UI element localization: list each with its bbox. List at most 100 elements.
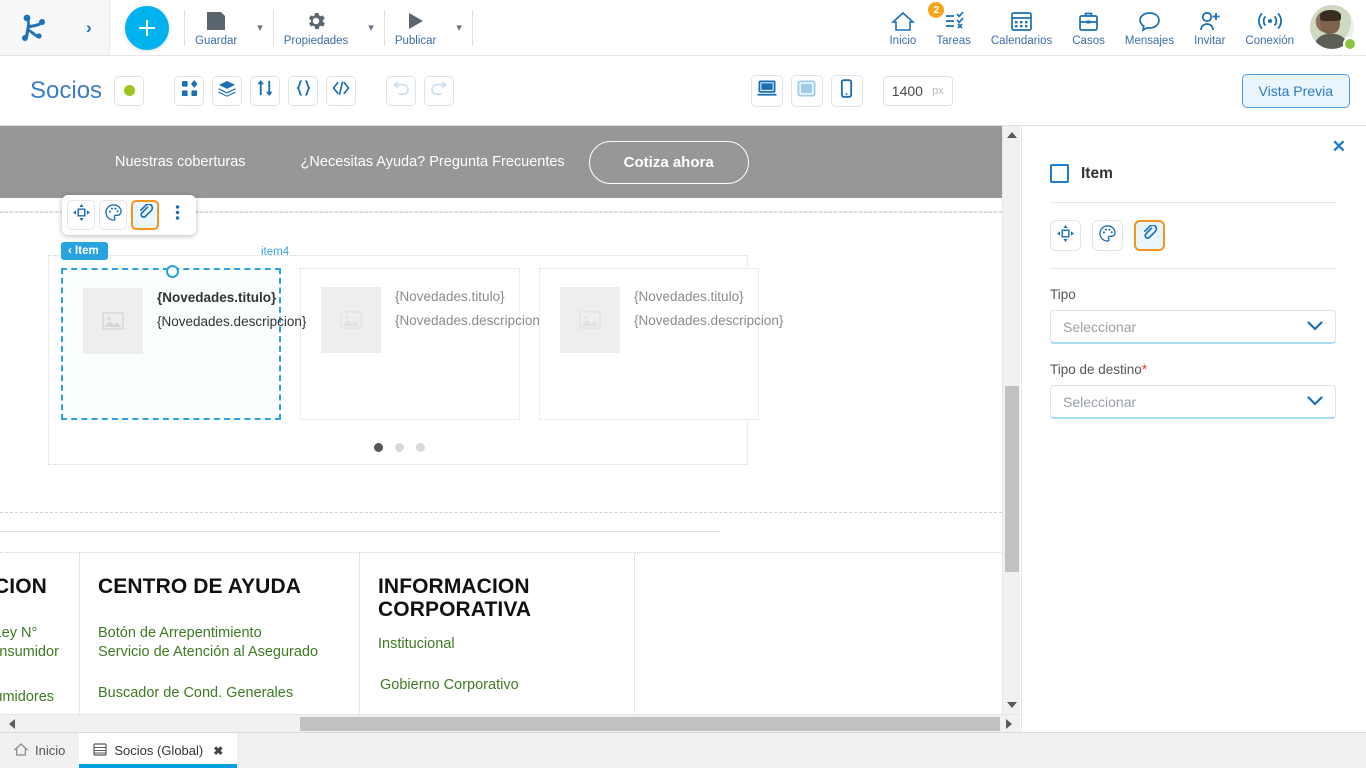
add-button[interactable] xyxy=(125,5,169,50)
tab-socios-global[interactable]: Socios (Global) ✖ xyxy=(79,733,238,768)
tipo-select[interactable]: Seleccionar xyxy=(1050,310,1336,344)
panel-tool-tabs xyxy=(1050,203,1336,268)
footer-link[interactable]: Institucional xyxy=(378,635,616,654)
tab-inicio[interactable]: Inicio xyxy=(0,733,79,768)
nav-inicio[interactable]: Inicio xyxy=(879,0,926,55)
move-button[interactable] xyxy=(67,200,95,230)
tasks-icon xyxy=(941,8,967,34)
carousel-card-1[interactable]: {Novedades.titulo} {Novedades.descripcio… xyxy=(61,265,306,420)
card-description: {Novedades.descripcion} xyxy=(634,313,784,328)
carousel-dot-1[interactable] xyxy=(373,443,383,452)
carousel-container[interactable]: ‹ Item item4 {Novedades.titulo} {Novedad… xyxy=(48,242,783,465)
site-nav-link-coberturas[interactable]: Nuestras coberturas xyxy=(115,154,246,170)
carousel-card-3[interactable]: {Novedades.titulo} {Novedades.descripcio… xyxy=(539,268,784,420)
palette-icon xyxy=(1099,224,1116,247)
nav-calendarios[interactable]: Calendarios xyxy=(981,0,1062,55)
close-icon[interactable]: ✖ xyxy=(213,744,223,758)
braces-button[interactable] xyxy=(288,75,319,106)
chevron-down-icon xyxy=(1307,393,1323,411)
nav-mensajes[interactable]: Mensajes xyxy=(1115,0,1184,55)
page-icon xyxy=(93,742,107,759)
footer-column-atencion: ATENCION hesión - Ley N° sa del Consumid… xyxy=(0,553,80,732)
close-icon[interactable]: ✕ xyxy=(1332,138,1346,155)
panel-style-button[interactable] xyxy=(1092,220,1123,251)
palette-icon xyxy=(104,204,122,226)
triangle-left-icon xyxy=(4,719,15,729)
scroll-left-button[interactable] xyxy=(0,715,18,733)
broadcast-icon xyxy=(1257,8,1283,34)
flow-button[interactable] xyxy=(250,75,281,106)
layers-button[interactable] xyxy=(212,75,243,106)
undo-icon xyxy=(392,81,410,100)
carousel-dot-2[interactable] xyxy=(394,443,404,452)
device-tablet-button[interactable] xyxy=(790,74,823,107)
nav-casos[interactable]: Casos xyxy=(1062,0,1115,55)
editor-toolbar: Socios 1400 px Vista Previa xyxy=(0,56,1366,126)
link-button[interactable] xyxy=(131,200,159,230)
properties-button[interactable]: Propiedades xyxy=(274,0,359,55)
card-title: {Novedades.titulo} xyxy=(157,290,277,305)
brand-logo-icon[interactable] xyxy=(17,13,51,43)
site-footer: ATENCION hesión - Ley N° sa del Consumid… xyxy=(0,552,1002,732)
code-button[interactable] xyxy=(326,75,357,106)
carousel-pagination xyxy=(49,443,749,452)
footer-link[interactable]: hesión - Ley N° sa del Consumidor xyxy=(0,624,61,662)
scroll-down-button[interactable] xyxy=(1003,696,1021,714)
scroll-right-button[interactable] xyxy=(1002,715,1020,733)
page-title: Socios xyxy=(30,76,103,104)
panel-link-button[interactable] xyxy=(1134,220,1165,251)
card-title: {Novedades.titulo} xyxy=(634,289,744,304)
carousel-card-2[interactable]: {Novedades.titulo} {Novedades.descripcio… xyxy=(300,268,545,420)
tablet-icon xyxy=(797,79,816,102)
publish-caret-icon[interactable]: ▾ xyxy=(446,21,472,34)
more-vertical-icon xyxy=(175,204,180,226)
nav-invitar[interactable]: Invitar xyxy=(1184,0,1235,55)
vertical-scroll-thumb[interactable] xyxy=(1005,386,1019,572)
tab-label: Inicio xyxy=(35,743,66,758)
checkbox-unchecked-icon[interactable] xyxy=(1050,164,1069,183)
save-button[interactable]: Guardar xyxy=(185,0,247,55)
card-title: {Novedades.titulo} xyxy=(395,289,505,304)
footer-link[interactable]: Botón de Arrepentimiento Servicio de Ate… xyxy=(98,624,341,662)
device-desktop-button[interactable] xyxy=(750,74,783,107)
panel-move-button[interactable] xyxy=(1050,220,1081,251)
publish-label: Publicar xyxy=(394,35,437,47)
carousel-dot-3[interactable] xyxy=(415,443,425,452)
chevron-right-icon[interactable]: › xyxy=(86,18,92,38)
publish-state-button[interactable] xyxy=(114,75,145,106)
horizontal-scroll-thumb[interactable] xyxy=(300,717,1000,731)
desktop-icon xyxy=(757,79,777,102)
canvas-vertical-scrollbar[interactable] xyxy=(1002,126,1020,714)
avatar[interactable] xyxy=(1310,4,1357,51)
preview-button[interactable]: Vista Previa xyxy=(1241,73,1350,108)
device-mobile-button[interactable] xyxy=(830,74,863,107)
selected-element-chip[interactable]: ‹ Item xyxy=(61,242,108,260)
more-options-button[interactable] xyxy=(163,200,191,230)
canvas-width-input[interactable]: 1400 px xyxy=(882,75,953,106)
card-text: {Novedades.titulo} {Novedades.descripcio… xyxy=(634,287,784,329)
footer-link[interactable]: Buscador de Cond. Generales xyxy=(98,684,341,703)
nav-tareas[interactable]: 2 Tareas xyxy=(926,0,981,55)
cotiza-ahora-button[interactable]: Cotiza ahora xyxy=(588,140,749,184)
redo-button[interactable] xyxy=(424,75,455,106)
card-description: {Novedades.descripcion} xyxy=(395,313,545,328)
footer-link[interactable]: Gobierno Corporativo xyxy=(380,676,616,695)
scroll-up-button[interactable] xyxy=(1003,126,1021,144)
nav-label: Tareas xyxy=(936,35,971,47)
components-button[interactable] xyxy=(174,75,205,106)
publish-button[interactable]: Publicar xyxy=(385,0,447,55)
nav-label: Calendarios xyxy=(990,35,1053,47)
design-canvas[interactable]: Nuestras coberturas ¿Necesitas Ayuda? Pr… xyxy=(0,126,1020,732)
site-nav-link-ayuda[interactable]: ¿Necesitas Ayuda? Pregunta Frecuentes xyxy=(301,154,565,170)
canvas-horizontal-scrollbar[interactable] xyxy=(0,714,1020,732)
properties-caret-icon[interactable]: ▾ xyxy=(358,21,384,34)
nav-conexion[interactable]: Conexión xyxy=(1235,0,1304,55)
save-caret-icon[interactable]: ▾ xyxy=(247,21,273,34)
triangle-down-icon xyxy=(1007,702,1017,708)
home-icon xyxy=(13,742,29,759)
element-id-label: item4 xyxy=(261,246,290,258)
style-button[interactable] xyxy=(99,200,127,230)
footer-heading: CENTRO DE AYUDA xyxy=(98,575,301,598)
undo-button[interactable] xyxy=(386,75,417,106)
tipo-destino-select[interactable]: Seleccionar xyxy=(1050,385,1336,419)
